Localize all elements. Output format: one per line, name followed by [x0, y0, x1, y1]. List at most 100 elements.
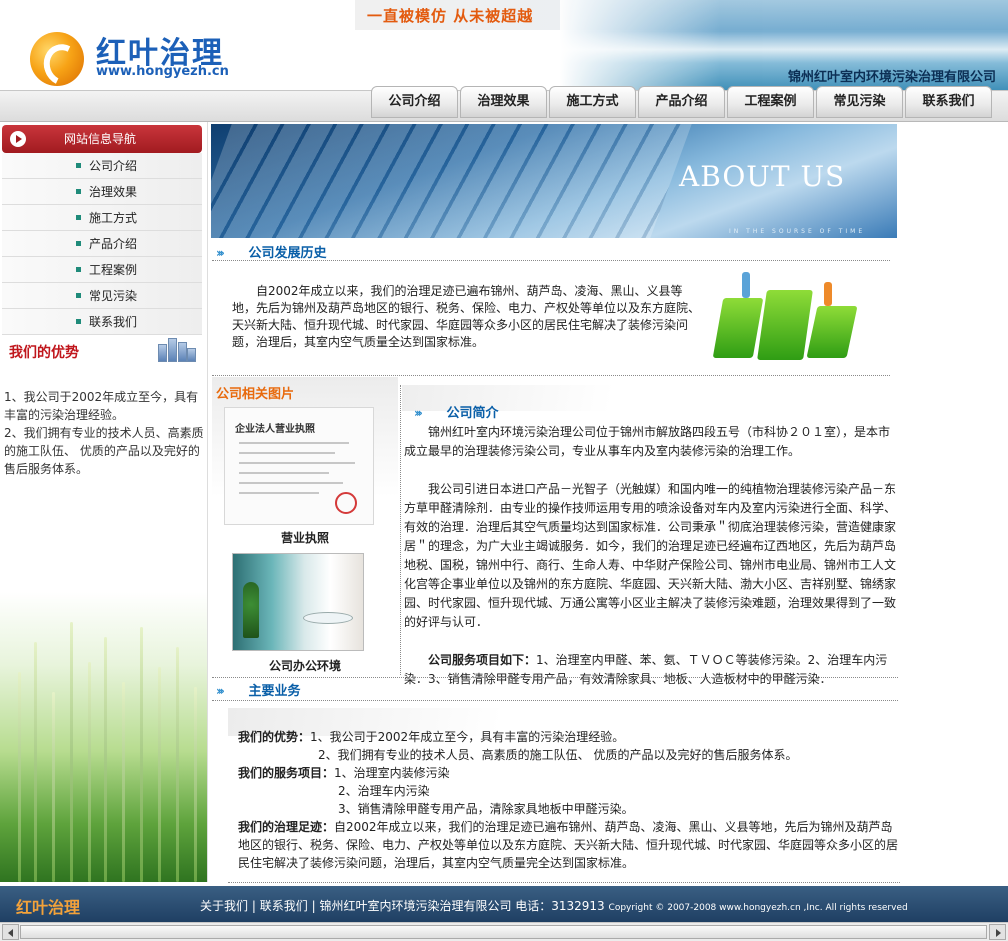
intro-heading: ››› 公司简介 — [414, 402, 499, 422]
play-circle-icon — [10, 131, 26, 147]
sidebar-header: 网站信息导航 — [2, 125, 202, 153]
site-header: 一直被模仿 从未被超越 红叶治理 www.hongyezh.cn 锦州红叶室内环… — [0, 0, 1008, 122]
square-bullet-icon — [76, 189, 81, 194]
divider — [228, 882, 900, 883]
nav-item-products[interactable]: 产品介绍 — [638, 86, 725, 118]
footer-text: 关于我们 | 联系我们 | 锦州红叶室内环境污染治理有限公司 电话：313291… — [200, 897, 908, 914]
company-name: 锦州红叶室内环境污染治理有限公司 — [787, 70, 996, 85]
nav-item-contact[interactable]: 联系我们 — [905, 86, 992, 118]
license-caption: 营业执照 — [280, 531, 329, 545]
logo-url: www.hongyezh.cn — [96, 64, 229, 79]
advantage-label: 我们的优势： — [238, 730, 311, 744]
nav-item-construction[interactable]: 施工方式 — [549, 86, 636, 118]
divider — [212, 375, 890, 376]
left-sidebar: 网站信息导航 公司介绍 治理效果 施工方式 产品介绍 工程案例 常见污染 联系我… — [0, 122, 208, 882]
divider — [212, 677, 898, 678]
intro-text: 锦州红叶室内环境污染治理公司位于锦州市解放路四段五号（市科协２０１室），是本市成… — [404, 423, 898, 708]
sidebar-item-label: 产品介绍 — [89, 237, 138, 251]
logo-swirl-icon — [30, 32, 84, 86]
business-line: 2、我们拥有专业的技术人员、高素质的施工队伍、 优质的产品以及完好的售后服务体系… — [318, 748, 798, 762]
sidebar-item-company-intro[interactable]: 公司介绍 — [2, 153, 202, 179]
footer-contact-link[interactable]: 联系我们 — [260, 899, 308, 913]
footer-separator: | — [311, 899, 316, 913]
business-line: 自2002年成立以来，我们的治理足迹已遍布锦州、葫芦岛、凌海、黑山、义县等地，先… — [238, 820, 899, 870]
divider — [212, 260, 890, 261]
advantage-line: 2、我们拥有专业的技术人员、高素质的施工队伍、 优质的产品以及完好的售后服务体系… — [4, 426, 204, 476]
sidebar-item-label: 公司介绍 — [89, 159, 138, 173]
keyboard-image — [211, 124, 692, 238]
red-seal-icon — [335, 492, 357, 514]
office-caption: 公司办公环境 — [268, 659, 341, 673]
sidebar-item-pollution[interactable]: 常见污染 — [2, 283, 202, 309]
intro-heading-label: 公司简介 — [446, 406, 499, 421]
square-bullet-icon — [76, 267, 81, 272]
horizontal-scrollbar[interactable] — [0, 922, 1008, 941]
double-chevron-right-icon: ››› — [414, 406, 423, 420]
intro-paragraph: 我公司引进日本进口产品－光智子（光触媒）和国内唯一的纯植物治理装修污染产品－东方… — [404, 482, 897, 629]
site-footer: 红叶治理 关于我们 | 联系我们 | 锦州红叶室内环境污染治理有限公司 电话：3… — [0, 886, 1008, 922]
sidebar-item-contact[interactable]: 联系我们 — [2, 309, 202, 335]
site-logo[interactable]: 红叶治理 www.hongyezh.cn — [30, 28, 290, 88]
banner-title: ABOUT US — [679, 160, 846, 193]
advantage-title: 我们的优势 — [9, 345, 79, 361]
services-label: 我们的服务项目： — [238, 766, 335, 780]
sidebar-header-label: 网站信息导航 — [64, 132, 137, 146]
footer-logo: 红叶治理 — [16, 898, 81, 917]
sidebar-item-products[interactable]: 产品介绍 — [2, 231, 202, 257]
nav-item-cases[interactable]: 工程案例 — [727, 86, 814, 118]
intro-services: 公司服务项目如下：1、治理室内甲醛、苯、氨、ＴＶＯＣ等装修污染。2、治理车内污染… — [404, 651, 898, 689]
scroll-right-icon[interactable] — [989, 924, 1006, 940]
table-icon — [303, 612, 353, 624]
server-bars-icon — [156, 336, 196, 362]
footer-company: 锦州红叶室内环境污染治理有限公司 电话：3132913 — [319, 899, 605, 913]
license-doc-title: 企业法人营业执照 — [235, 424, 315, 435]
office-photo[interactable] — [232, 553, 364, 651]
sidebar-item-label: 施工方式 — [89, 211, 138, 225]
sidebar-item-cases[interactable]: 工程案例 — [2, 257, 202, 283]
vertical-divider — [400, 385, 401, 675]
sidebar-item-label: 联系我们 — [89, 315, 138, 329]
scrollbar-thumb[interactable] — [20, 925, 987, 939]
advantage-text: 1、我公司于2002年成立至今，具有丰富的污染治理经验。 2、我们拥有专业的技术… — [4, 388, 204, 478]
business-line: 1、治理室内装修污染 — [334, 766, 450, 780]
nav-item-results[interactable]: 治理效果 — [460, 86, 547, 118]
nav-item-company-intro[interactable]: 公司介绍 — [371, 86, 458, 118]
square-bullet-icon — [76, 163, 81, 168]
sidebar-item-results[interactable]: 治理效果 — [2, 179, 202, 205]
advantage-line: 1、我公司于2002年成立至今，具有丰富的污染治理经验。 — [4, 390, 199, 422]
intro-paragraph: 锦州红叶室内环境污染治理公司位于锦州市解放路四段五号（市科协２０１室），是本市成… — [404, 425, 891, 458]
sidebar-nav: 公司介绍 治理效果 施工方式 产品介绍 工程案例 常见污染 联系我们 — [2, 153, 202, 335]
banner-subtitle: IN THE SOURSE OF TIME — [729, 228, 866, 235]
green-letters-illustration — [712, 268, 882, 370]
plant-icon — [243, 582, 259, 638]
services-label: 公司服务项目如下： — [428, 653, 537, 667]
wheat-decoration-image — [0, 592, 207, 882]
history-heading: ››› 公司发展历史 — [216, 242, 327, 262]
photos-title: 公司相关图片 — [216, 387, 295, 402]
sidebar-item-label: 工程案例 — [89, 263, 138, 277]
footer-about-link[interactable]: 关于我们 — [200, 899, 248, 913]
photos-panel: 公司相关图片 企业法人营业执照 营业执照 公司办公环境 — [212, 377, 398, 677]
square-bullet-icon — [76, 319, 81, 324]
sidebar-item-label: 治理效果 — [89, 185, 138, 199]
about-us-banner: ABOUT US IN THE SOURSE OF TIME — [211, 124, 897, 238]
business-heading: ››› 主要业务 — [216, 680, 301, 700]
sidebar-item-label: 常见污染 — [89, 289, 138, 303]
business-line: 1、我公司于2002年成立至今，具有丰富的污染治理经验。 — [310, 730, 625, 744]
nav-item-pollution[interactable]: 常见污染 — [816, 86, 903, 118]
track-label: 我们的治理足迹： — [238, 820, 335, 834]
business-line: 2、治理车内污染 — [338, 784, 430, 798]
square-bullet-icon — [76, 293, 81, 298]
divider — [212, 700, 898, 701]
sidebar-item-construction[interactable]: 施工方式 — [2, 205, 202, 231]
business-text: 我们的优势：1、我公司于2002年成立至今，具有丰富的污染治理经验。 2、我们拥… — [238, 728, 900, 872]
scroll-left-icon[interactable] — [2, 924, 19, 940]
business-heading-label: 主要业务 — [248, 684, 301, 699]
slogan: 一直被模仿 从未被超越 — [367, 7, 534, 25]
main-nav: 公司介绍 治理效果 施工方式 产品介绍 工程案例 常见污染 联系我们 — [371, 86, 994, 118]
business-license-image[interactable]: 企业法人营业执照 — [224, 407, 374, 525]
footer-copyright: Copyright © 2007-2008 www.hongyezh.cn ,I… — [608, 903, 908, 913]
double-chevron-right-icon: ››› — [216, 684, 225, 698]
history-text: 自2002年成立以来，我们的治理足迹已遍布锦州、葫芦岛、凌海、黑山、义县等地，先… — [232, 284, 701, 349]
double-chevron-right-icon: ››› — [216, 246, 225, 260]
